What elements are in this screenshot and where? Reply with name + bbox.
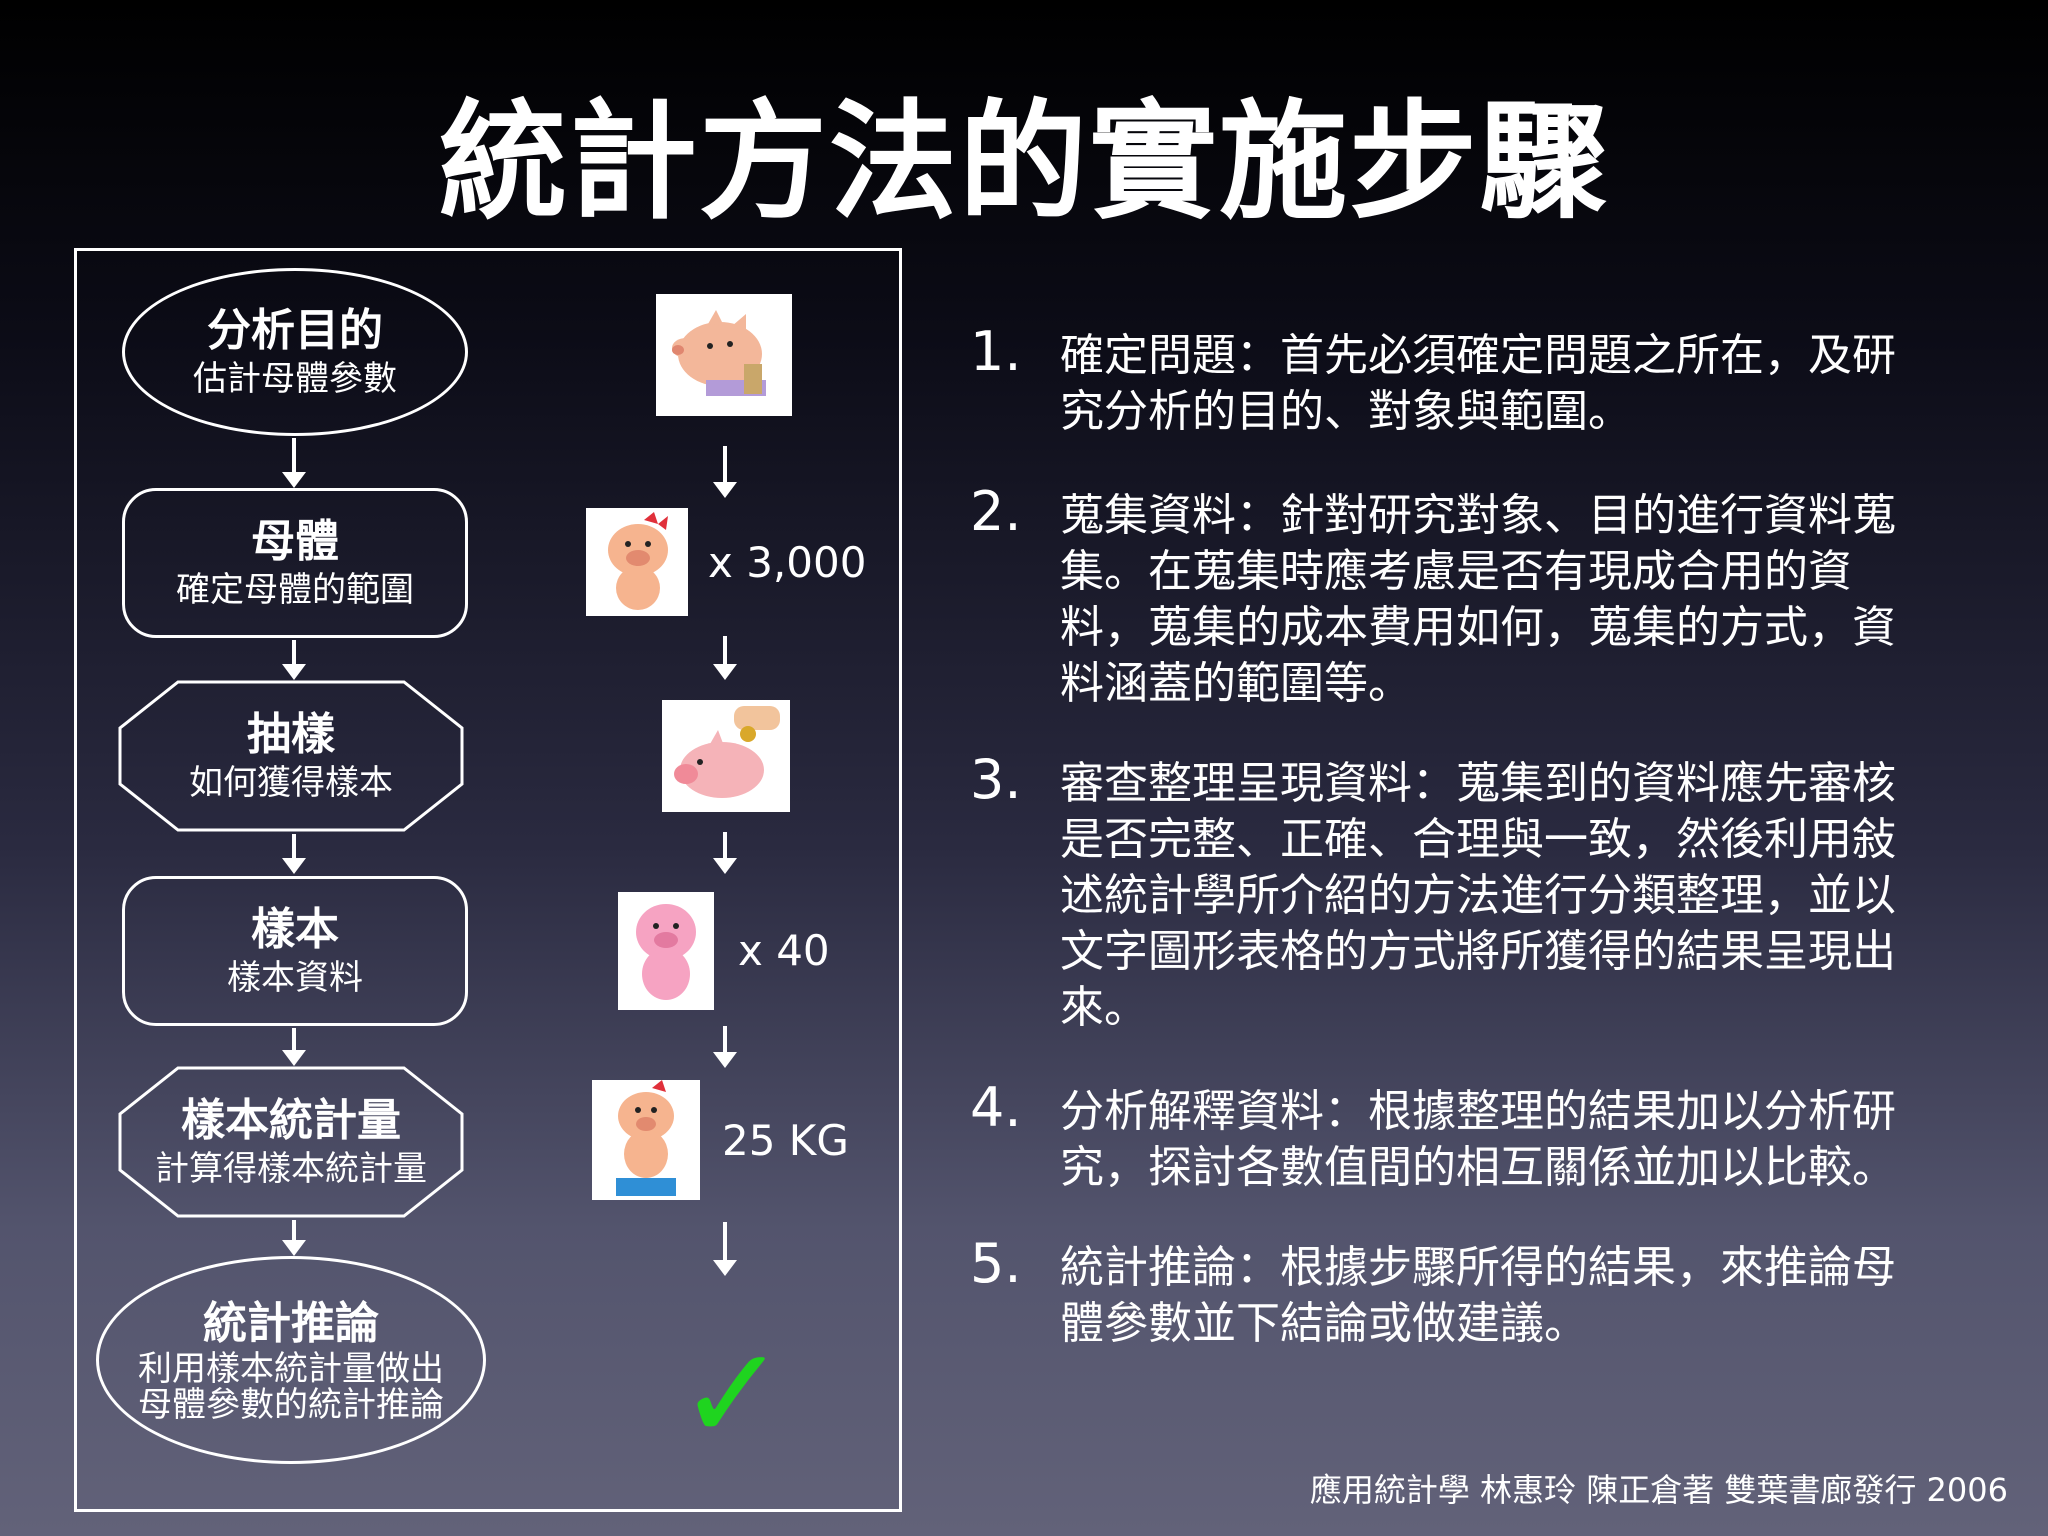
step-number: 2.: [970, 480, 1022, 543]
step-number: 5.: [970, 1232, 1022, 1295]
flow-node-title: 統計推論: [203, 1298, 379, 1349]
flow-arrow: [279, 438, 309, 488]
step-text: 分析解釋資料：根據整理的結果加以分析研 究，探討各數值間的相互關係並加以比較。: [1060, 1084, 1960, 1196]
flow-node-title: 樣本: [251, 904, 339, 955]
step-number: 3.: [970, 748, 1022, 811]
flow-node-subtitle: 估計母體參數: [193, 359, 397, 399]
flow-arrow: [710, 636, 740, 680]
flow-node-title: 樣本統計量: [181, 1095, 401, 1146]
step-text-line: 料，蒐集的成本費用如何，蒐集的方式，資: [1060, 602, 1896, 653]
step-text: 審查整理呈現資料：蒐集到的資料應先審核 是否完整、正確、合理與一致，然後利用敍 …: [1060, 756, 1960, 1036]
pig-piggybank-image: [662, 700, 790, 812]
flow-node-sample-statistic: 樣本統計量 計算得樣本統計量: [118, 1066, 464, 1218]
flow-node-subtitle: 如何獲得樣本: [189, 763, 393, 803]
flow-arrow: [279, 1028, 309, 1066]
step-text-line: 是否完整、正確、合理與一致，然後利用敍: [1060, 814, 1896, 865]
step-text-line: 審查整理呈現資料：蒐集到的資料應先審核: [1060, 758, 1896, 809]
flow-node-population: 母體 確定母體的範圍: [122, 488, 468, 638]
step-text-line: 究，探討各數值間的相互關係並加以比較。: [1060, 1142, 1896, 1193]
flow-node-sample: 樣本 樣本資料: [122, 876, 468, 1026]
sample-count-label: x 40: [738, 926, 830, 975]
step-text-line: 文字圖形表格的方式將所獲得的結果呈現出: [1060, 926, 1896, 977]
pig-pink-image: [618, 892, 714, 1010]
flow-node-analysis-goal: 分析目的 估計母體參數: [122, 268, 468, 436]
flow-arrow: [710, 1222, 740, 1276]
checkmark-icon: ✓: [678, 1318, 787, 1470]
step-text-line: 來。: [1060, 982, 1148, 1033]
step-text-line: 統計推論：根據步驟所得的結果，來推論母: [1060, 1242, 1896, 1293]
flow-node-title: 分析目的: [207, 305, 383, 356]
step-text-line: 蒐集資料：針對研究對象、目的進行資料蒐: [1060, 490, 1896, 541]
flow-node-subtitle: 計算得樣本統計量: [155, 1149, 427, 1189]
weight-label: 25 KG: [722, 1116, 849, 1165]
step-text-line: 確定問題：首先必須確定問題之所在，及研: [1060, 330, 1896, 381]
step-text-line: 述統計學所介紹的方法進行分類整理，並以: [1060, 870, 1896, 921]
flow-node-title: 抽樣: [247, 709, 335, 760]
step-text: 統計推論：根據步驟所得的結果，來推論母 體參數並下結論或做建議。: [1060, 1240, 1960, 1352]
pig-on-scale-image: [592, 1080, 700, 1200]
pig-standing-image: [586, 508, 688, 616]
step-text-line: 料涵蓋的範圍等。: [1060, 658, 1412, 709]
flow-node-subtitle: 確定母體的範圍: [176, 570, 414, 610]
flow-arrow: [710, 446, 740, 498]
step-text: 確定問題：首先必須確定問題之所在，及研 究分析的目的、對象與範圍。: [1060, 328, 1960, 440]
flow-arrow: [710, 1026, 740, 1068]
flow-node-statistical-inference: 統計推論 利用樣本統計量做出 母體參數的統計推論: [96, 1256, 486, 1464]
step-text-line: 究分析的目的、對象與範圍。: [1060, 386, 1632, 437]
flow-node-subtitle: 利用樣本統計量做出: [138, 1349, 444, 1389]
step-text-line: 分析解釋資料：根據整理的結果加以分析研: [1060, 1086, 1896, 1137]
flow-node-subtitle-line2: 母體參數的統計推論: [138, 1385, 444, 1425]
flow-arrow: [710, 832, 740, 874]
step-number: 4.: [970, 1076, 1022, 1139]
footer-citation: 應用統計學 林惠玲 陳正倉著 雙葉書廊發行 2006: [1309, 1471, 2008, 1509]
step-text-line: 體參數並下結論或做建議。: [1060, 1298, 1588, 1349]
flow-node-sampling: 抽樣 如何獲得樣本: [118, 680, 464, 832]
flow-arrow: [279, 834, 309, 874]
flow-node-subtitle: 樣本資料: [227, 958, 363, 998]
slide-title: 統計方法的實施步驟: [438, 88, 1609, 237]
pig-thinking-image: [656, 294, 792, 416]
flow-node-title: 母體: [251, 516, 339, 567]
step-text-line: 集。在蒐集時應考慮是否有現成合用的資: [1060, 546, 1852, 597]
population-count-label: x 3,000: [708, 538, 867, 587]
step-text: 蒐集資料：針對研究對象、目的進行資料蒐 集。在蒐集時應考慮是否有現成合用的資 料…: [1060, 488, 1960, 712]
step-number: 1.: [970, 320, 1022, 383]
flow-arrow: [279, 1220, 309, 1256]
flow-arrow: [279, 640, 309, 680]
